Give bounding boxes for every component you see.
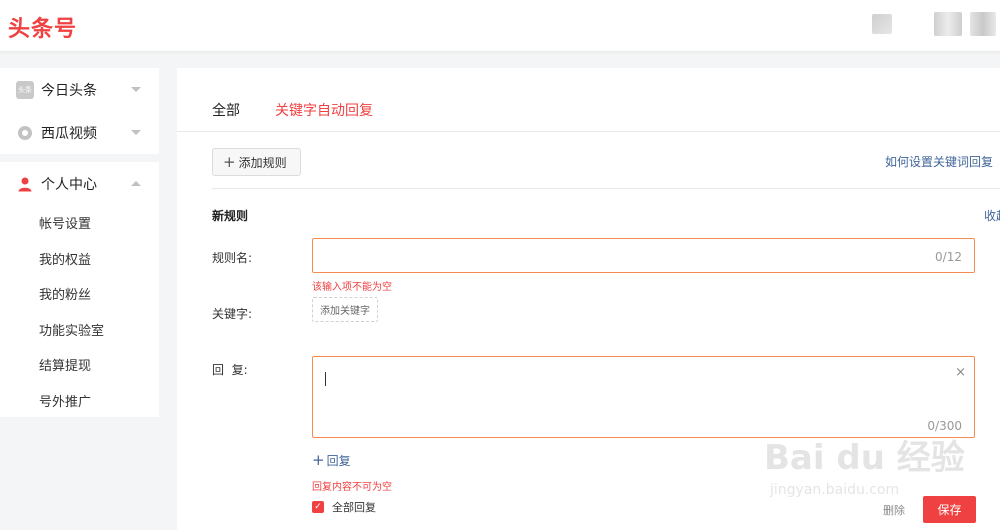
sidebar-subitem-feature-lab[interactable]: 功能实验室 [0,312,159,348]
sidebar-item-xigua[interactable]: 西瓜视频 [0,111,159,154]
collapse-link[interactable]: 收起 [984,207,1000,224]
sidebar-subitem-withdraw[interactable]: 结算提现 [0,347,159,383]
main-panel: 全部 关键字自动回复 + 添加规则 如何设置关键词回复 新规则 收起 规则名: … [177,68,1000,530]
reply-label: 回 复: [212,363,248,377]
divider [212,188,1000,189]
sidebar: 头条 今日头条 西瓜视频 个人中心 帐号设置 我的权益 我的粉丝 功能实验室 结… [0,68,159,417]
sidebar-subitem-my-rights[interactable]: 我的权益 [0,241,159,277]
new-rule-title: 新规则 [212,209,249,223]
all-reply-option[interactable]: ✓ 全部回复 [312,499,376,515]
tab-keyword-auto-reply[interactable]: 关键字自动回复 [275,100,373,120]
rule-name-label: 规则名: [212,251,253,265]
blurred-avatar[interactable] [872,14,892,34]
sidebar-item-label: 个人中心 [41,176,97,193]
close-icon[interactable]: × [955,365,966,380]
sidebar-item-label: 今日头条 [41,82,97,99]
save-button[interactable]: 保存 [923,496,976,523]
top-header: 头条号 [0,0,1000,52]
delete-button[interactable]: 删除 [883,502,905,518]
keyword-label: 关键字: [212,307,253,321]
tab-bar: 全部 关键字自动回复 [177,68,1000,132]
rule-name-error: 该输入项不能为空 [312,282,392,293]
tab-all[interactable]: 全部 [212,100,240,120]
add-reply-button[interactable]: + 回复 [312,451,351,469]
blurred-username[interactable] [934,12,962,36]
add-rule-label: 添加规则 [238,155,287,170]
plus-icon: + [223,153,236,171]
reply-error: 回复内容不可为空 [312,482,392,493]
chevron-up-icon[interactable] [131,181,141,186]
rule-name-counter: 0/12 [935,250,962,264]
sidebar-item-personal[interactable]: 个人中心 [0,162,159,205]
sidebar-subitem-my-fans[interactable]: 我的粉丝 [0,276,159,312]
chevron-down-icon[interactable] [131,87,141,92]
add-reply-label: 回复 [326,454,351,468]
sidebar-item-label: 西瓜视频 [41,125,97,142]
checkbox-checked-icon[interactable]: ✓ [312,501,324,513]
xigua-icon [18,125,32,140]
chevron-down-icon[interactable] [131,130,141,135]
sidebar-subitem-account-settings[interactable]: 帐号设置 [0,205,159,241]
rule-name-input[interactable]: 0/12 [312,238,975,273]
text-cursor [325,372,326,386]
sidebar-subitem-promotion[interactable]: 号外推广 [0,383,159,419]
user-icon [16,175,34,193]
add-rule-button[interactable]: + 添加规则 [212,148,301,176]
help-link[interactable]: 如何设置关键词回复 [885,153,993,170]
reply-counter: 0/300 [927,419,962,433]
plus-icon: + [312,451,325,469]
sidebar-top-group: 头条 今日头条 西瓜视频 [0,68,159,154]
all-reply-label: 全部回复 [332,501,376,514]
blurred-username-2[interactable] [970,12,996,36]
reply-textarea[interactable]: × 0/300 [312,356,975,438]
toutiaohao-logo[interactable]: 头条号 [8,11,77,43]
toutiao-icon: 头条 [16,80,34,99]
add-keyword-button[interactable]: 添加关键字 [312,297,378,322]
sidebar-personal-group: 个人中心 帐号设置 我的权益 我的粉丝 功能实验室 结算提现 号外推广 [0,162,159,417]
sidebar-item-toutiao[interactable]: 头条 今日头条 [0,68,159,111]
